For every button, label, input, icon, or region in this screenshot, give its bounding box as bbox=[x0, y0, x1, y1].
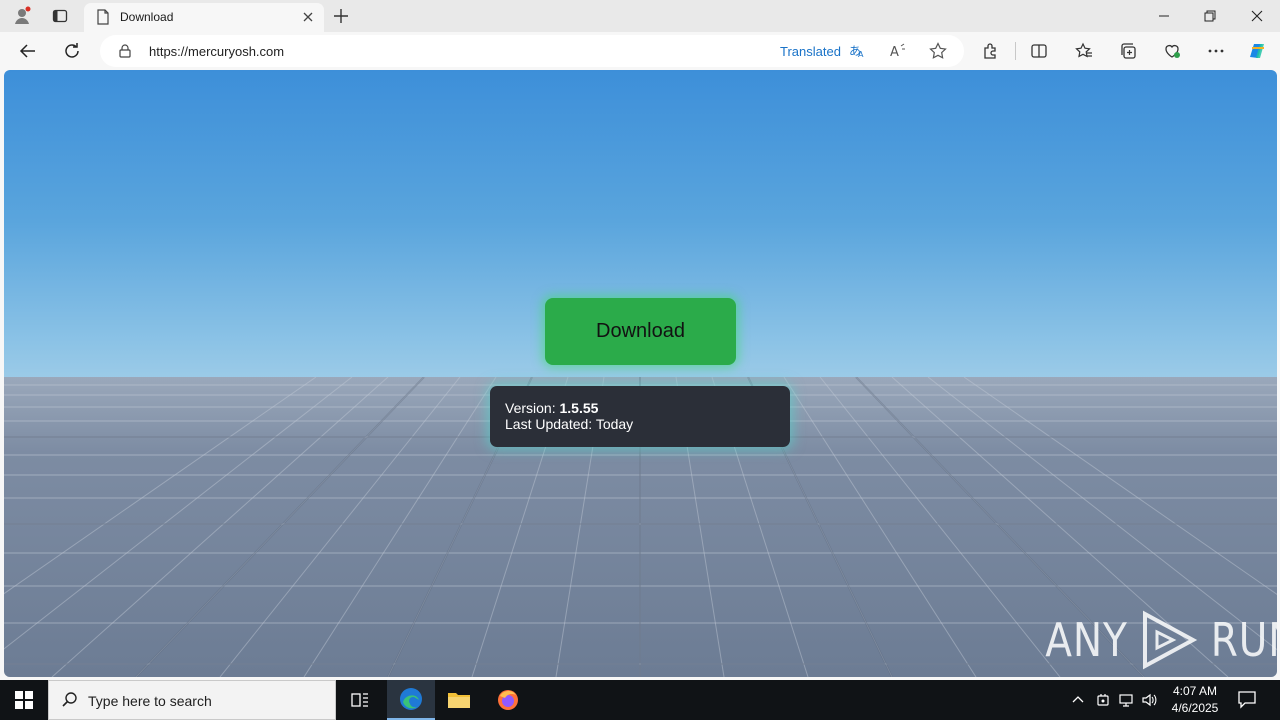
version-info-panel: Version: 1.5.55 Last Updated: Today bbox=[490, 386, 790, 447]
show-hidden-icons-icon[interactable] bbox=[1068, 690, 1088, 710]
clock-time: 4:07 AM bbox=[1172, 684, 1218, 698]
minimize-icon[interactable] bbox=[1141, 0, 1187, 32]
page-icon bbox=[96, 9, 110, 30]
taskbar: Type here to search 4:07 AM 4/6/2025 bbox=[0, 680, 1280, 720]
watermark-left-text: ANY bbox=[1045, 613, 1128, 667]
network-icon[interactable] bbox=[1116, 690, 1136, 710]
translated-label[interactable]: Translated bbox=[780, 44, 841, 59]
copilot-icon[interactable] bbox=[1246, 40, 1268, 62]
toolbar-divider bbox=[1015, 42, 1016, 60]
version-value: 1.5.55 bbox=[559, 400, 599, 416]
volume-icon[interactable] bbox=[1140, 690, 1160, 710]
close-window-icon[interactable] bbox=[1234, 0, 1280, 32]
last-updated-value: Today bbox=[595, 416, 634, 432]
new-tab-icon[interactable] bbox=[331, 6, 351, 26]
file-explorer-icon[interactable] bbox=[435, 680, 483, 720]
anyrun-watermark: ANY RUN bbox=[1038, 610, 1277, 670]
search-icon bbox=[61, 691, 79, 714]
url-text[interactable]: https://mercuryosh.com bbox=[149, 44, 284, 59]
split-screen-icon[interactable] bbox=[1028, 40, 1050, 62]
tab-download[interactable]: Download bbox=[84, 3, 324, 32]
version-label: Version: bbox=[505, 400, 556, 416]
tab-actions-icon[interactable] bbox=[50, 6, 70, 26]
last-updated-label: Last Updated: bbox=[505, 416, 593, 432]
windows-start-icon[interactable] bbox=[0, 680, 48, 720]
tab-title: Download bbox=[120, 10, 174, 24]
last-updated-line: Last Updated: Today bbox=[505, 416, 790, 432]
play-triangle-icon bbox=[1142, 610, 1198, 670]
profile-icon[interactable] bbox=[12, 6, 32, 26]
back-icon[interactable] bbox=[17, 40, 39, 62]
favorites-icon[interactable] bbox=[1073, 40, 1095, 62]
firefox-icon[interactable] bbox=[484, 680, 532, 720]
close-tab-icon[interactable] bbox=[300, 9, 316, 25]
svg-text:A: A bbox=[858, 50, 864, 59]
translate-icon[interactable]: あA bbox=[847, 41, 867, 61]
device-icon[interactable] bbox=[1093, 690, 1113, 710]
more-options-icon[interactable] bbox=[1205, 40, 1227, 62]
svg-text:A: A bbox=[890, 45, 899, 60]
read-aloud-icon[interactable]: A bbox=[888, 41, 908, 61]
notifications-icon[interactable] bbox=[1236, 688, 1258, 712]
collections-icon[interactable] bbox=[1117, 40, 1139, 62]
refresh-icon[interactable] bbox=[61, 40, 83, 62]
tab-strip: Download bbox=[0, 0, 1280, 32]
restore-icon[interactable] bbox=[1187, 0, 1233, 32]
download-button[interactable]: Download bbox=[545, 298, 736, 365]
clock-date: 4/6/2025 bbox=[1171, 701, 1219, 715]
page-viewport: Download Version: 1.5.55 Last Updated: T… bbox=[4, 70, 1277, 677]
task-view-icon[interactable] bbox=[336, 680, 384, 720]
extensions-icon[interactable] bbox=[980, 40, 1002, 62]
favorite-star-icon[interactable] bbox=[928, 41, 948, 61]
lock-icon[interactable] bbox=[118, 44, 132, 63]
system-clock[interactable]: 4:07 AM 4/6/2025 bbox=[1166, 683, 1224, 717]
browser-essentials-icon[interactable] bbox=[1161, 40, 1183, 62]
search-placeholder: Type here to search bbox=[88, 693, 212, 709]
watermark-right-text: RUN bbox=[1210, 613, 1277, 667]
address-bar[interactable]: https://mercuryosh.com Translated あA A bbox=[100, 35, 964, 67]
version-line: Version: 1.5.55 bbox=[505, 400, 790, 416]
taskbar-search-box[interactable]: Type here to search bbox=[48, 680, 336, 720]
edge-taskbar-icon[interactable] bbox=[387, 680, 435, 720]
navigation-bar: https://mercuryosh.com Translated あA A bbox=[0, 32, 1280, 70]
